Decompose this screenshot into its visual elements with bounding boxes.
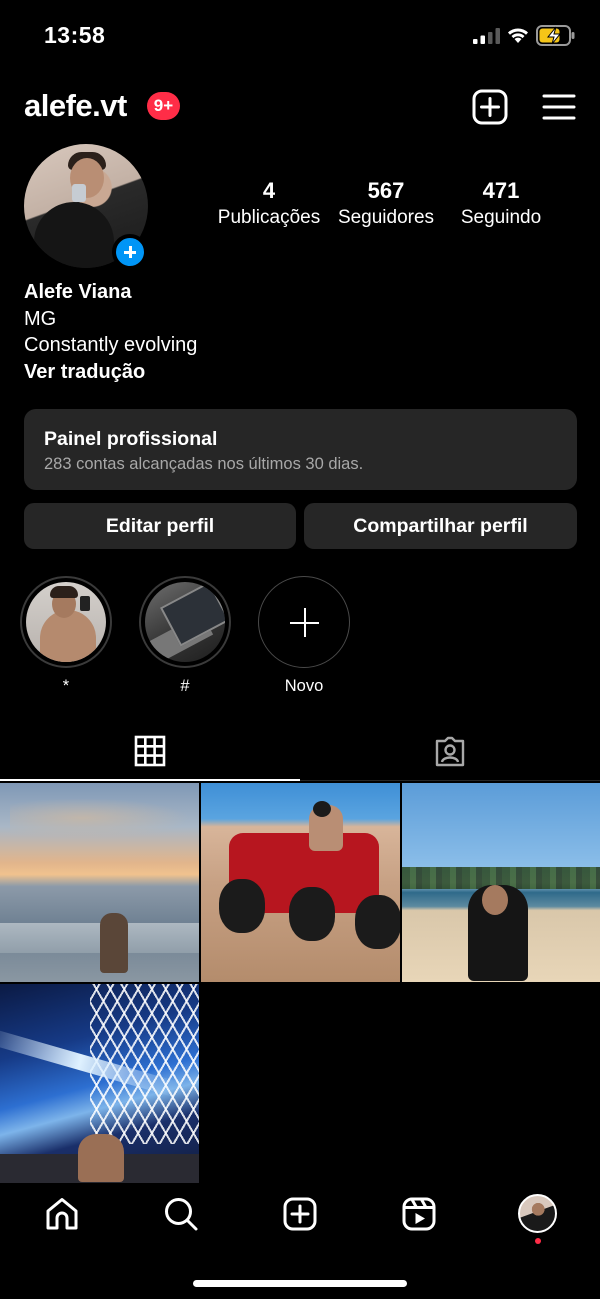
display-name: Alefe Viana — [24, 281, 132, 303]
status-bar: 13:58 — [0, 0, 600, 70]
share-profile-button[interactable]: Compartilhar perfil — [304, 503, 577, 549]
story-highlight[interactable]: # — [139, 576, 231, 696]
photo-wheel — [355, 895, 400, 949]
photo-wheel — [219, 879, 265, 933]
edit-profile-button[interactable]: Editar perfil — [24, 503, 296, 549]
highlight-phone — [80, 596, 90, 611]
add-icon[interactable] — [282, 1196, 318, 1232]
followers-stat[interactable]: 567 Seguidores — [328, 178, 444, 229]
followers-count: 567 — [367, 178, 405, 203]
professional-dashboard[interactable]: Painel profissional 283 contas alcançada… — [24, 409, 577, 490]
profile-avatar-nav[interactable] — [518, 1194, 557, 1233]
new-highlight-button[interactable]: Novo — [258, 576, 350, 696]
new-highlight-label: Novo — [284, 677, 324, 695]
create-post-icon[interactable] — [472, 89, 508, 125]
highlight-figure — [40, 610, 96, 662]
following-stat[interactable]: 471 Seguindo — [448, 178, 554, 229]
highlight-ring — [20, 576, 112, 668]
profile-header: alefe.vt 9+ — [0, 86, 600, 130]
photo-head — [482, 885, 508, 915]
wifi-icon — [508, 28, 528, 43]
highlight-cover — [145, 582, 225, 662]
posts-stat[interactable]: 4 Publicações — [210, 178, 328, 229]
menu-icon[interactable] — [542, 91, 576, 123]
posts-label: Publicações — [217, 207, 321, 228]
notification-dot — [535, 1238, 541, 1244]
bio-line-text: Constantly evolving — [24, 334, 198, 356]
photo-wheel — [289, 887, 335, 941]
avatar-phone — [72, 184, 86, 202]
tagged-icon — [435, 736, 465, 767]
professional-dashboard-title: Painel profissional — [44, 428, 218, 450]
highlight-label: * — [62, 677, 70, 695]
professional-dashboard-subtitle: 283 contas alcançadas nos últimos 30 dia… — [44, 455, 364, 473]
notifications-badge[interactable]: 9+ — [147, 92, 180, 120]
tab-posts-grid[interactable] — [0, 727, 300, 781]
see-translation-link[interactable]: Ver tradução — [24, 359, 197, 386]
photo-helmet — [313, 801, 331, 817]
posts-count: 4 — [262, 178, 276, 203]
tab-tagged[interactable] — [300, 727, 600, 781]
reels-icon[interactable] — [401, 1196, 437, 1232]
battery-charging-icon — [536, 25, 575, 46]
photo-person — [100, 913, 128, 973]
highlight-label: # — [180, 677, 190, 695]
cellular-signal-icon — [473, 28, 500, 44]
search-icon[interactable] — [163, 1196, 199, 1232]
highlight-cover — [26, 582, 106, 662]
username-title[interactable]: alefe.vt — [24, 88, 127, 124]
story-highlight[interactable]: * — [20, 576, 112, 696]
highlight-hair — [50, 586, 78, 598]
following-count: 471 — [482, 178, 520, 203]
status-time: 13:58 — [44, 22, 106, 48]
home-indicator[interactable] — [193, 1280, 407, 1287]
avatar-figure — [34, 202, 114, 268]
home-icon[interactable] — [44, 1196, 80, 1232]
bottom-navigation — [0, 1180, 600, 1250]
post-thumbnail[interactable] — [0, 984, 199, 1183]
post-thumbnail[interactable] — [0, 783, 199, 982]
bio-line-location: MG — [24, 307, 57, 330]
grid-icon — [134, 735, 166, 767]
post-thumbnail[interactable] — [201, 783, 400, 982]
followers-label: Seguidores — [337, 207, 435, 228]
profile-bio: Alefe Viana MG Constantly evolving Ver t… — [24, 279, 197, 385]
post-thumbnail[interactable] — [402, 783, 600, 982]
plus-icon — [258, 576, 350, 668]
following-label: Seguindo — [460, 207, 542, 228]
add-story-button[interactable] — [112, 234, 148, 270]
photo-clouds — [10, 798, 190, 838]
highlight-ring — [139, 576, 231, 668]
photo-person — [78, 1134, 124, 1182]
